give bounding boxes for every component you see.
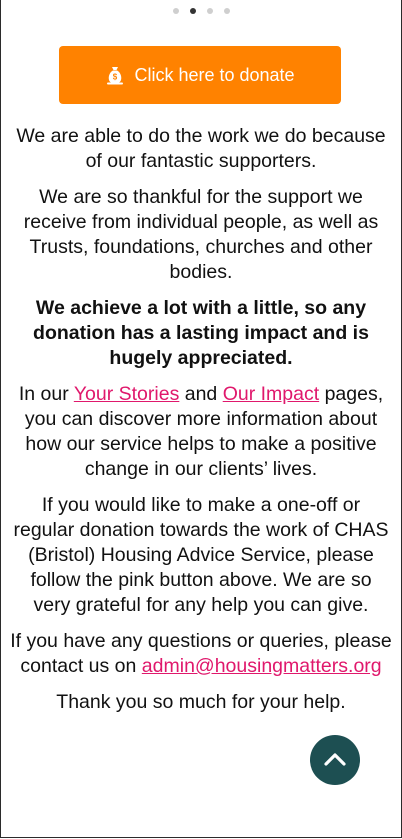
- donate-button-label: Click here to donate: [134, 64, 295, 85]
- svg-text:$: $: [113, 73, 118, 82]
- contact-paragraph: If you have any questions or queries, pl…: [10, 630, 392, 677]
- supporters-paragraph: We are able to do the work we do because…: [16, 125, 386, 172]
- money-bag-icon: $: [105, 65, 125, 85]
- chevron-up-icon: [322, 747, 348, 773]
- carousel-dot[interactable]: [206, 8, 213, 14]
- impact-paragraph: We achieve a lot with a little, so any d…: [33, 297, 369, 369]
- carousel-dots: [0, 8, 402, 14]
- carousel-dot[interactable]: [172, 8, 179, 14]
- stories-paragraph: In our Your Stories and Our Impact pages…: [18, 383, 384, 480]
- donation-info-paragraph: If you would like to make a one-off or r…: [13, 494, 389, 616]
- main-content: We are able to do the work we do because…: [10, 124, 392, 726]
- contact-email-link[interactable]: admin@housingmatters.org: [142, 655, 382, 677]
- our-impact-link[interactable]: Our Impact: [223, 383, 319, 405]
- scroll-to-top-button[interactable]: [310, 735, 360, 785]
- closing-paragraph: Thank you so much for your help.: [56, 691, 346, 713]
- carousel-dot[interactable]: [223, 8, 230, 14]
- carousel-dot-active[interactable]: [189, 8, 196, 14]
- your-stories-link[interactable]: Your Stories: [74, 383, 180, 405]
- thanks-paragraph: We are so thankful for the support we re…: [23, 186, 379, 283]
- donate-button[interactable]: $ Click here to donate: [59, 46, 341, 104]
